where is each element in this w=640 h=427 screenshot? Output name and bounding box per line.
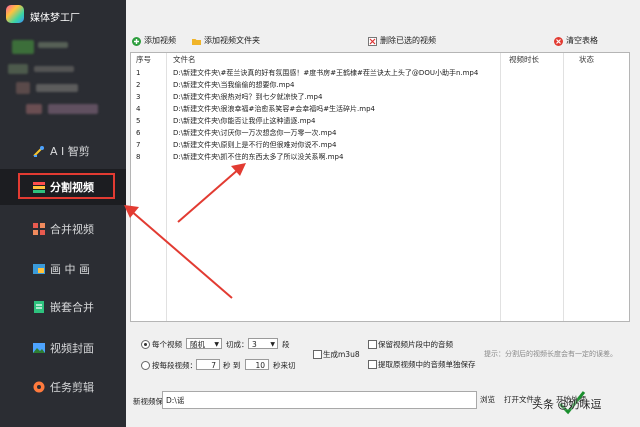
watermark: 头条 @奶味逗 xyxy=(532,398,602,411)
app-logo-icon xyxy=(6,5,24,23)
sidebar-item-task-edit[interactable]: 任务剪辑 xyxy=(0,369,126,405)
row-index: 7 xyxy=(136,141,141,149)
to-seconds-input[interactable]: 10 xyxy=(245,359,269,370)
file-table[interactable]: 序号 文件名 视频时长 状态 1 D:\新建文件夹\#茬兰诀真的好有氛围感！#度书… xyxy=(130,52,630,322)
by-segment-radio[interactable] xyxy=(141,361,150,370)
row-path: D:\新建文件夹\抓不住的东西太多了所以没关系啊.mp4 xyxy=(173,153,344,161)
row-path: D:\新建文件夹\很热对吗？到七夕就凉快了.mp4 xyxy=(173,93,323,101)
sidebar: 媒体梦工厂 A I 智剪 分割视频 合并视频 画 中 画 嵌套合并 视频封面 任… xyxy=(0,0,126,427)
delete-selected-button[interactable]: 删除已选的视频 xyxy=(368,34,436,48)
folder-icon xyxy=(192,37,201,46)
toolbar: 添加视频 添加视频文件夹 删除已选的视频 清空表格 xyxy=(126,34,640,50)
row-index: 3 xyxy=(136,93,141,101)
header-index[interactable]: 序号 xyxy=(136,53,151,67)
row-path: D:\新建文件夹\很浪幸福#治愈系笑容#会幸福吗#生活碎片.mp4 xyxy=(173,105,376,113)
sidebar-item-label: 合并视频 xyxy=(50,223,94,236)
sidebar-item-label: 视频封面 xyxy=(50,342,94,355)
header-duration[interactable]: 视频时长 xyxy=(509,53,539,67)
each-video-radio[interactable] xyxy=(141,340,150,349)
blurred-text xyxy=(34,66,74,72)
generate-m3u8-checkbox[interactable] xyxy=(313,350,322,359)
sidebar-item-video-cover[interactable]: 视频封面 xyxy=(0,330,126,366)
row-path: D:\新建文件夹\讨厌你一万次想念你一万零一次.mp4 xyxy=(173,129,337,137)
sidebar-item-label: A I 智剪 xyxy=(50,145,90,158)
sidebar-item-picture-in-picture[interactable]: 画 中 画 xyxy=(0,251,126,287)
sidebar-item-ai-clip[interactable]: A I 智剪 xyxy=(0,133,126,169)
segments-value: 3 xyxy=(252,340,257,349)
ai-clip-icon xyxy=(32,144,46,158)
plus-icon xyxy=(132,37,141,46)
row-path: D:\新建文件夹\原则上是不行的但很难对你说不.mp4 xyxy=(173,141,337,149)
extract-audio-label: 提取原视频中的音频单独保存 xyxy=(378,360,476,369)
sidebar-item-merge-video[interactable]: 合并视频 xyxy=(0,211,126,247)
row-path: D:\新建文件夹\你能否让我停止这种遗逐.mp4 xyxy=(173,117,316,125)
add-folder-button[interactable]: 添加视频文件夹 xyxy=(192,34,260,48)
blurred-text xyxy=(48,104,98,114)
app-title: 媒体梦工厂 xyxy=(30,13,80,24)
cut-into-label: 切成： xyxy=(226,340,249,349)
blurred-avatar xyxy=(12,40,34,54)
segments-unit: 段 xyxy=(282,340,290,349)
by-segment-label: 按每段视频： xyxy=(152,361,197,370)
clear-table-button[interactable]: 清空表格 xyxy=(554,34,598,48)
segments-select[interactable]: 3 ▼ xyxy=(248,338,278,349)
blurred-text xyxy=(36,84,78,92)
row-index: 6 xyxy=(136,129,141,137)
task-edit-icon xyxy=(32,380,46,394)
highlight-box xyxy=(18,173,115,199)
merge-video-icon xyxy=(32,222,46,236)
sidebar-item-label: 画 中 画 xyxy=(50,263,90,276)
row-path: D:\新建文件夹\当我偷偷的想要你.mp4 xyxy=(173,81,295,89)
generate-m3u8-label: 生成m3u8 xyxy=(323,350,360,359)
blurred-text xyxy=(16,82,30,94)
row-index: 8 xyxy=(136,153,141,161)
blurred-text xyxy=(8,64,28,74)
nested-merge-icon xyxy=(32,300,46,314)
clear-icon xyxy=(554,37,563,46)
mode-value: 随机 xyxy=(190,340,205,349)
browse-button[interactable]: 浏览 xyxy=(480,393,495,407)
hint-text: 提示：分割后的视频长度会有一定的误差。 xyxy=(484,350,617,358)
row-index: 4 xyxy=(136,105,141,113)
save-path-input[interactable]: D:\谣 xyxy=(162,391,477,409)
add-video-label: 添加视频 xyxy=(144,36,176,45)
row-index: 1 xyxy=(136,69,141,77)
chevron-down-icon: ▼ xyxy=(214,341,219,348)
column-divider xyxy=(500,53,501,321)
chevron-down-icon: ▼ xyxy=(270,341,275,348)
sidebar-item-label: 任务剪辑 xyxy=(50,381,94,394)
row-index: 5 xyxy=(136,117,141,125)
seconds-cut-label: 秒来切 xyxy=(273,361,296,370)
from-seconds-input[interactable]: 7 xyxy=(196,359,220,370)
header-status[interactable]: 状态 xyxy=(579,53,594,67)
sidebar-item-nested-merge[interactable]: 嵌套合并 xyxy=(0,289,126,325)
each-video-label: 每个视频 xyxy=(152,340,182,349)
row-index: 2 xyxy=(136,81,141,89)
blurred-text xyxy=(38,42,68,48)
mode-select[interactable]: 随机 ▼ xyxy=(186,338,222,349)
extract-audio-checkbox[interactable] xyxy=(368,360,377,369)
delete-icon xyxy=(368,37,377,46)
keep-audio-label: 保留视频片段中的音频 xyxy=(378,340,453,349)
picture-in-picture-icon xyxy=(32,262,46,276)
add-folder-label: 添加视频文件夹 xyxy=(204,36,260,45)
column-divider xyxy=(563,53,564,321)
app-header: 媒体梦工厂 xyxy=(0,0,126,34)
keep-audio-checkbox[interactable] xyxy=(368,340,377,349)
sidebar-item-label: 嵌套合并 xyxy=(50,301,94,314)
row-path: D:\新建文件夹\#茬兰诀真的好有氛围感！#度书房#王鹤棣#茬兰诀太上头了@DO… xyxy=(173,69,479,77)
delete-selected-label: 删除已选的视频 xyxy=(380,36,436,45)
video-cover-icon xyxy=(32,341,46,355)
split-options: 每个视频 随机 ▼ 切成： 3 ▼ 段 按每段视频： 7 秒 到 10 秒来切 生成… xyxy=(130,327,630,383)
blurred-text xyxy=(26,104,42,114)
clear-table-label: 清空表格 xyxy=(566,36,598,45)
seconds-to-label: 秒 到 xyxy=(223,361,241,370)
header-filename[interactable]: 文件名 xyxy=(173,53,196,67)
add-video-button[interactable]: 添加视频 xyxy=(132,34,176,48)
column-divider xyxy=(166,53,167,321)
